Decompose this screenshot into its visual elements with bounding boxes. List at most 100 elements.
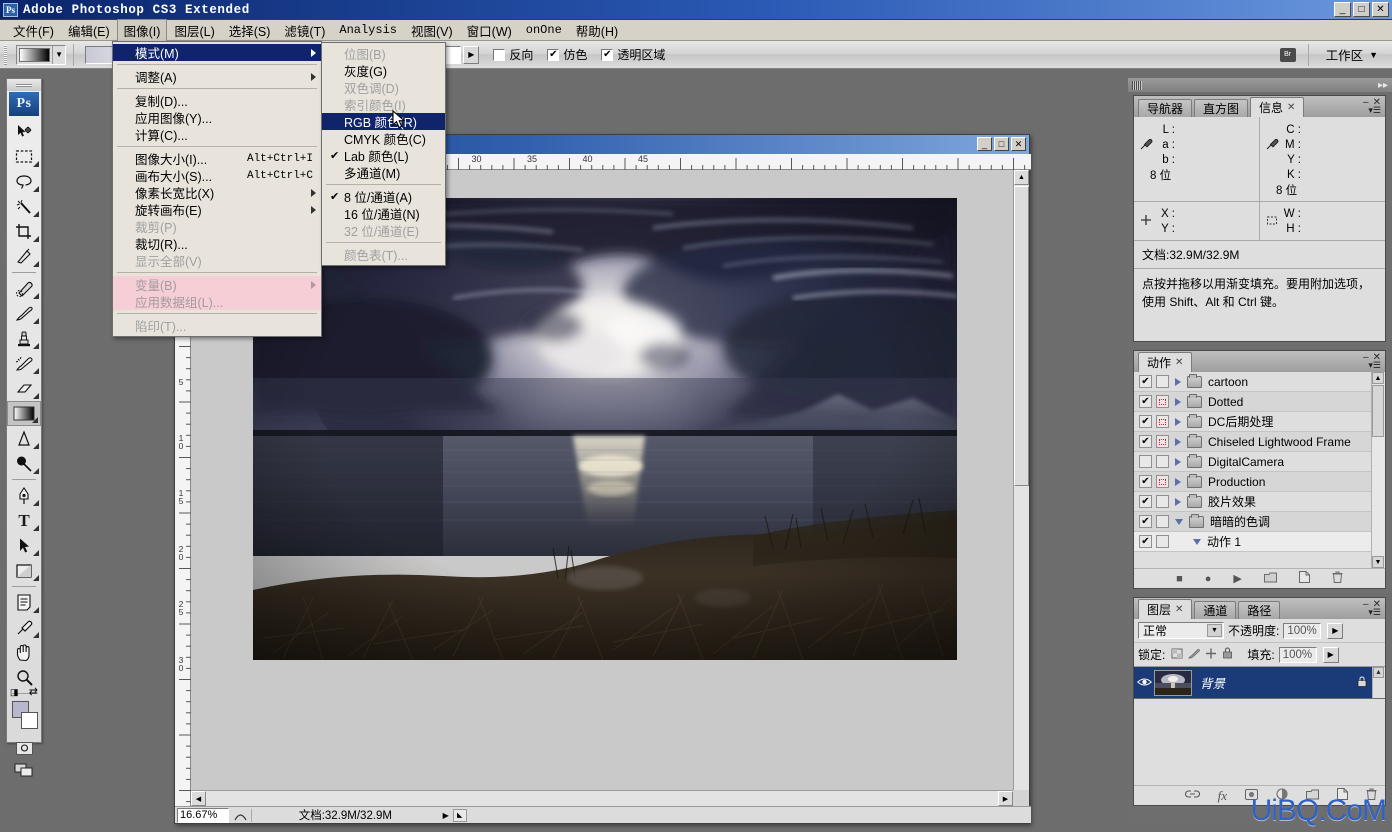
delete-button[interactable] bbox=[1332, 571, 1343, 586]
lock-position-icon[interactable] bbox=[1205, 648, 1217, 662]
expand-arrow-icon[interactable] bbox=[1175, 417, 1181, 426]
tab-paths[interactable]: 路径 bbox=[1238, 601, 1281, 619]
menu-item-pixel-aspect-ratio[interactable]: 像素长宽比(X) bbox=[113, 184, 321, 201]
submenu-item-16-bit[interactable]: 16 位/通道(N) bbox=[322, 205, 445, 222]
adjustment-layer-button[interactable] bbox=[1276, 788, 1288, 803]
menu-item-canvas-size[interactable]: 画布大小(S)... Alt+Ctrl+C bbox=[113, 167, 321, 185]
marquee-tool[interactable] bbox=[7, 144, 41, 169]
layer-style-button[interactable]: fx bbox=[1218, 788, 1227, 804]
background-color-swatch[interactable] bbox=[21, 712, 38, 729]
zoom-level-input[interactable]: 16.67% bbox=[177, 807, 229, 823]
action-dialog-toggle[interactable] bbox=[1156, 415, 1169, 428]
canvas-vertical-scrollbar[interactable]: ▲ bbox=[1013, 170, 1029, 790]
transparency-checkbox[interactable]: ✔ 透明区域 bbox=[601, 46, 665, 63]
action-enabled-checkbox[interactable]: ✔ bbox=[1139, 395, 1152, 408]
action-dialog-toggle[interactable] bbox=[1156, 375, 1169, 388]
lock-transparent-icon[interactable] bbox=[1171, 648, 1183, 662]
dock-header[interactable]: ▸▸ bbox=[1128, 78, 1392, 92]
bridge-button[interactable]: Br bbox=[1275, 44, 1301, 66]
slice-tool[interactable] bbox=[7, 244, 41, 269]
tab-navigator[interactable]: 导航器 bbox=[1138, 99, 1193, 117]
expand-arrow-icon[interactable] bbox=[1175, 497, 1181, 506]
lasso-tool[interactable] bbox=[7, 169, 41, 194]
dodge-tool[interactable] bbox=[7, 451, 41, 476]
play-button[interactable]: ▶ bbox=[1233, 572, 1241, 585]
action-enabled-checkbox[interactable] bbox=[1139, 455, 1152, 468]
panel-menu-icon[interactable]: ▾☰ bbox=[1368, 105, 1381, 116]
stop-button[interactable]: ■ bbox=[1176, 573, 1183, 585]
action-row[interactable]: ✔ DC后期处理 bbox=[1134, 412, 1385, 432]
new-layer-button[interactable] bbox=[1337, 788, 1348, 803]
menu-item-apply-image[interactable]: 应用图像(Y)... bbox=[113, 109, 321, 126]
menu-item-variables[interactable]: 变量(B) bbox=[113, 276, 321, 293]
eraser-tool[interactable] bbox=[7, 376, 41, 401]
action-enabled-checkbox[interactable]: ✔ bbox=[1139, 415, 1152, 428]
gradient-picker[interactable]: ▼ bbox=[16, 44, 66, 65]
submenu-item-8-bit[interactable]: ✔ 8 位/通道(A) bbox=[322, 188, 445, 205]
submenu-item-grayscale[interactable]: 灰度(G) bbox=[322, 62, 445, 79]
menu-filter[interactable]: 滤镜(T) bbox=[277, 19, 332, 42]
action-enabled-checkbox[interactable]: ✔ bbox=[1139, 475, 1152, 488]
options-bar-grip[interactable] bbox=[0, 42, 10, 68]
layer-opacity-input[interactable]: 100% bbox=[1283, 622, 1322, 639]
chevron-down-icon[interactable]: ▼ bbox=[1207, 624, 1222, 637]
eyedropper-tool[interactable] bbox=[7, 615, 41, 640]
action-dialog-toggle[interactable] bbox=[1156, 395, 1169, 408]
blend-mode-select[interactable]: 正常 ▼ bbox=[1138, 622, 1224, 639]
action-row[interactable]: ✔ Production bbox=[1134, 472, 1385, 492]
collapse-arrow-icon[interactable] bbox=[1175, 518, 1183, 525]
document-minimize-button[interactable]: _ bbox=[977, 137, 992, 151]
scroll-down-button[interactable]: ▼ bbox=[1372, 556, 1384, 568]
menu-select[interactable]: 选择(S) bbox=[222, 19, 278, 42]
action-row[interactable]: ✔ 暗暗的色调 bbox=[1134, 512, 1385, 532]
menu-item-calculations[interactable]: 计算(C)... bbox=[113, 126, 321, 143]
action-row[interactable]: ✔ cartoon bbox=[1134, 372, 1385, 392]
expand-arrow-icon[interactable] bbox=[1175, 377, 1181, 386]
minimize-button[interactable]: _ bbox=[1334, 2, 1351, 17]
tab-actions[interactable]: 动作 ✕ bbox=[1138, 352, 1193, 372]
reverse-checkbox[interactable]: 反向 bbox=[493, 46, 533, 63]
record-button[interactable]: ● bbox=[1205, 573, 1212, 585]
canvas-horizontal-scrollbar[interactable]: ◀ ▶ bbox=[191, 790, 1013, 806]
submenu-item-cmyk-color[interactable]: CMYK 颜色(C) bbox=[322, 130, 445, 147]
gradient-tool[interactable] bbox=[7, 401, 41, 426]
submenu-item-rgb-color[interactable]: RGB 颜色(R) bbox=[322, 113, 445, 130]
action-dialog-toggle[interactable] bbox=[1156, 435, 1169, 448]
scroll-thumb[interactable] bbox=[1014, 186, 1029, 486]
screen-mode-button[interactable] bbox=[7, 759, 41, 781]
status-resize-grip[interactable]: ◣ bbox=[452, 808, 467, 822]
close-icon[interactable]: ✕ bbox=[1287, 102, 1295, 113]
action-dialog-toggle[interactable] bbox=[1156, 495, 1169, 508]
layer-row-background[interactable]: 背景 ▲ bbox=[1134, 667, 1385, 699]
toolbox-grip[interactable] bbox=[7, 79, 41, 91]
workspace-button[interactable]: 工作区 ▼ bbox=[1326, 45, 1378, 64]
new-set-button[interactable] bbox=[1263, 572, 1277, 586]
menu-item-mode[interactable]: 模式(M) bbox=[113, 44, 321, 61]
menu-view[interactable]: 视图(V) bbox=[404, 19, 460, 42]
menu-edit[interactable]: 编辑(E) bbox=[61, 19, 117, 42]
scroll-left-button[interactable]: ◀ bbox=[191, 791, 206, 806]
tab-info[interactable]: 信息 ✕ bbox=[1250, 97, 1305, 117]
menu-window[interactable]: 窗口(W) bbox=[460, 19, 519, 42]
tab-layers[interactable]: 图层 ✕ bbox=[1138, 599, 1193, 619]
dock-grip-icon[interactable] bbox=[1132, 80, 1142, 90]
action-dialog-toggle[interactable] bbox=[1156, 475, 1169, 488]
chevron-down-icon[interactable]: ▼ bbox=[52, 45, 65, 64]
tab-channels[interactable]: 通道 bbox=[1194, 601, 1237, 619]
maximize-button[interactable]: □ bbox=[1353, 2, 1370, 17]
blur-tool[interactable] bbox=[7, 426, 41, 451]
submenu-item-lab-color[interactable]: ✔ Lab 颜色(L) bbox=[322, 147, 445, 164]
action-dialog-toggle[interactable] bbox=[1156, 515, 1169, 528]
proxy-preview-icon[interactable] bbox=[229, 810, 251, 821]
document-restore-button[interactable]: □ bbox=[994, 137, 1009, 151]
magic-wand-tool[interactable] bbox=[7, 194, 41, 219]
collapse-dock-icon[interactable]: ▸▸ bbox=[1378, 80, 1388, 91]
layer-fill-input[interactable]: 100% bbox=[1278, 646, 1317, 663]
layer-fill-spinner[interactable]: ▶ bbox=[1322, 646, 1339, 663]
scroll-up-button[interactable]: ▲ bbox=[1373, 667, 1384, 678]
menu-layer[interactable]: 图层(L) bbox=[167, 19, 221, 42]
opacity-spinner[interactable]: ▶ bbox=[463, 45, 480, 64]
status-menu-arrow[interactable]: ▶ bbox=[439, 811, 453, 820]
action-row[interactable]: ✔ 动作 1 bbox=[1134, 532, 1385, 552]
move-tool[interactable] bbox=[7, 119, 41, 144]
